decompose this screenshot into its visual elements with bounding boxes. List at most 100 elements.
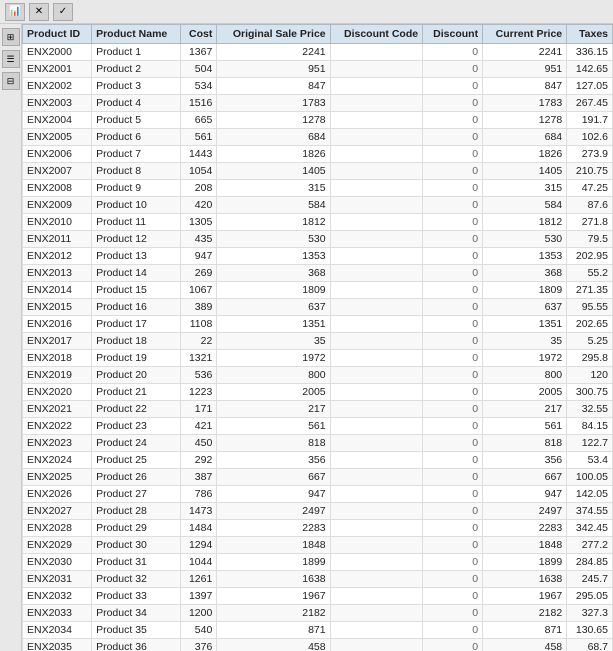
table-row[interactable]: ENX2013Product 14269368036855.2 (23, 265, 613, 282)
table-row[interactable]: ENX2030Product 311044189901899284.85 (23, 554, 613, 571)
cell-33-1: Product 34 (92, 605, 181, 622)
table-row[interactable]: ENX2018Product 191321197201972295.8 (23, 350, 613, 367)
table-row[interactable]: ENX2004Product 5665127801278191.7 (23, 112, 613, 129)
cell-15-5: 0 (423, 299, 483, 316)
table-row[interactable]: ENX2031Product 321261163801638245.7 (23, 571, 613, 588)
cell-22-3: 561 (217, 418, 330, 435)
table-row[interactable]: ENX2023Product 244508180818122.7 (23, 435, 613, 452)
cell-6-6: 1826 (483, 146, 567, 163)
cell-26-2: 786 (181, 486, 217, 503)
cell-33-6: 2182 (483, 605, 567, 622)
cell-31-3: 1638 (217, 571, 330, 588)
cell-23-4 (330, 435, 422, 452)
table-row[interactable]: ENX2032Product 331397196701967295.05 (23, 588, 613, 605)
table-row[interactable]: ENX2005Product 65616840684102.6 (23, 129, 613, 146)
cell-17-5: 0 (423, 333, 483, 350)
table-row[interactable]: ENX2026Product 277869470947142.05 (23, 486, 613, 503)
cell-20-6: 2005 (483, 384, 567, 401)
table-row[interactable]: ENX2003Product 41516178301783267.45 (23, 95, 613, 112)
check-button[interactable]: ✓ (53, 3, 73, 21)
table-row[interactable]: ENX2017Product 1822350355.25 (23, 333, 613, 350)
cell-20-0: ENX2020 (23, 384, 92, 401)
cell-6-2: 1443 (181, 146, 217, 163)
table-row[interactable]: ENX2033Product 341200218202182327.3 (23, 605, 613, 622)
cell-19-5: 0 (423, 367, 483, 384)
table-row[interactable]: ENX2034Product 355408710871130.65 (23, 622, 613, 639)
cell-14-7: 271.35 (567, 282, 613, 299)
table-row[interactable]: ENX2015Product 16389637063795.55 (23, 299, 613, 316)
cell-35-6: 458 (483, 639, 567, 651)
cell-23-2: 450 (181, 435, 217, 452)
table-row[interactable]: ENX2006Product 71443182601826273.9 (23, 146, 613, 163)
table-row[interactable]: ENX2029Product 301294184801848277.2 (23, 537, 613, 554)
cell-15-6: 637 (483, 299, 567, 316)
cell-32-0: ENX2032 (23, 588, 92, 605)
cell-30-1: Product 31 (92, 554, 181, 571)
cell-8-2: 208 (181, 180, 217, 197)
cell-9-3: 584 (217, 197, 330, 214)
cell-12-0: ENX2012 (23, 248, 92, 265)
table-row[interactable]: ENX2028Product 291484228302283342.45 (23, 520, 613, 537)
chart-button[interactable]: 📊 (5, 3, 25, 21)
table-row[interactable]: ENX2020Product 211223200502005300.75 (23, 384, 613, 401)
cell-12-3: 1353 (217, 248, 330, 265)
table-row[interactable]: ENX2011Product 12435530053079.5 (23, 231, 613, 248)
cell-19-2: 536 (181, 367, 217, 384)
cell-9-4 (330, 197, 422, 214)
cell-3-4 (330, 95, 422, 112)
cell-2-1: Product 3 (92, 78, 181, 95)
table-row[interactable]: ENX2019Product 205368000800120 (23, 367, 613, 384)
cell-13-0: ENX2013 (23, 265, 92, 282)
cell-12-5: 0 (423, 248, 483, 265)
table-row[interactable]: ENX2027Product 281473249702497374.55 (23, 503, 613, 520)
cell-19-3: 800 (217, 367, 330, 384)
cell-19-1: Product 20 (92, 367, 181, 384)
table-row[interactable]: ENX2022Product 23421561056184.15 (23, 418, 613, 435)
table-row[interactable]: ENX2035Product 36376458045868.7 (23, 639, 613, 651)
cell-22-4 (330, 418, 422, 435)
table-row[interactable]: ENX2012Product 13947135301353202.95 (23, 248, 613, 265)
cell-25-2: 387 (181, 469, 217, 486)
main-container: ⊞ ☰ ⊟ Product IDProduct NameCostOriginal… (0, 24, 613, 651)
table-row[interactable]: ENX2010Product 111305181201812271.8 (23, 214, 613, 231)
cell-11-2: 435 (181, 231, 217, 248)
table-row[interactable]: ENX2001Product 25049510951142.65 (23, 61, 613, 78)
cell-9-1: Product 10 (92, 197, 181, 214)
chart-icon: 📊 (9, 6, 21, 17)
cell-29-5: 0 (423, 537, 483, 554)
cell-32-5: 0 (423, 588, 483, 605)
table-row[interactable]: ENX2025Product 263876670667100.05 (23, 469, 613, 486)
table-row[interactable]: ENX2014Product 151067180901809271.35 (23, 282, 613, 299)
cell-17-4 (330, 333, 422, 350)
table-row[interactable]: ENX2016Product 171108135101351202.65 (23, 316, 613, 333)
detail-icon-btn[interactable]: ⊟ (2, 72, 20, 90)
cell-1-7: 142.65 (567, 61, 613, 78)
table-row[interactable]: ENX2000Product 11367224102241336.15 (23, 44, 613, 61)
cell-0-1: Product 1 (92, 44, 181, 61)
table-row[interactable]: ENX2009Product 10420584058487.6 (23, 197, 613, 214)
cell-26-3: 947 (217, 486, 330, 503)
cell-25-5: 0 (423, 469, 483, 486)
table-row[interactable]: ENX2008Product 9208315031547.25 (23, 180, 613, 197)
cell-19-6: 800 (483, 367, 567, 384)
cell-16-0: ENX2016 (23, 316, 92, 333)
cell-16-2: 1108 (181, 316, 217, 333)
cell-16-1: Product 17 (92, 316, 181, 333)
cell-1-1: Product 2 (92, 61, 181, 78)
cell-5-7: 102.6 (567, 129, 613, 146)
cell-23-3: 818 (217, 435, 330, 452)
cell-8-0: ENX2008 (23, 180, 92, 197)
cell-10-4 (330, 214, 422, 231)
close-button[interactable]: ✕ (29, 3, 49, 21)
list-icon-btn[interactable]: ☰ (2, 50, 20, 68)
cell-18-3: 1972 (217, 350, 330, 367)
table-row[interactable]: ENX2024Product 25292356035653.4 (23, 452, 613, 469)
table-row[interactable]: ENX2007Product 81054140501405210.75 (23, 163, 613, 180)
table-row[interactable]: ENX2002Product 35348470847127.05 (23, 78, 613, 95)
grid-icon-btn[interactable]: ⊞ (2, 28, 20, 46)
cell-27-0: ENX2027 (23, 503, 92, 520)
table-row[interactable]: ENX2021Product 22171217021732.55 (23, 401, 613, 418)
cell-34-0: ENX2034 (23, 622, 92, 639)
cell-13-1: Product 14 (92, 265, 181, 282)
table-container[interactable]: Product IDProduct NameCostOriginal Sale … (22, 24, 613, 651)
